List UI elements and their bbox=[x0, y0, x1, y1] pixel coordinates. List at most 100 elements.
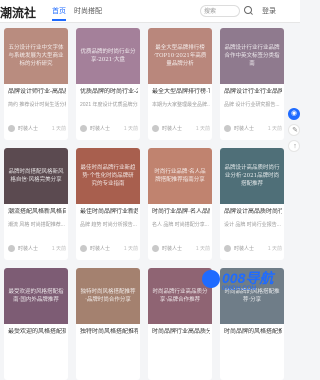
edit-icon: ✎ bbox=[292, 127, 298, 134]
post-date: 1 天前 bbox=[123, 246, 138, 252]
top-navbar: 潮流社 首页 时尚搭配 搜索 登录 bbox=[0, 0, 300, 23]
card-meta: 时装人士 1 天前 bbox=[80, 124, 138, 134]
card-description: 潮流 风格 时尚搭配推荐... bbox=[8, 222, 65, 228]
post-date: 1 天前 bbox=[195, 246, 210, 252]
card-thumbnail[interactable]: 优质品牌的时尚行业分享-2021·大盘 bbox=[76, 28, 140, 84]
card-thumbnail[interactable]: 独特时尚风格搭配推荐·品牌时尚合作分享 bbox=[76, 268, 140, 324]
card-title[interactable]: 最佳时尚品牌行业新趋势·个... bbox=[80, 208, 138, 217]
thumbnail-caption: 独特时尚风格搭配推荐·品牌时尚合作分享 bbox=[80, 289, 136, 303]
watermark: 008导航 008DH.COM bbox=[200, 266, 298, 298]
avatar bbox=[8, 125, 15, 132]
avatar bbox=[224, 245, 231, 252]
card-thumbnail[interactable]: 品牌设计行业行业品牌合作中英文标签分类指南 bbox=[220, 28, 284, 84]
thumbnail-caption: 品牌设计行业行业品牌合作中英文标签分类指南 bbox=[224, 45, 280, 67]
thumbnail-caption: 品牌时尚搭配风格新风格自信·风格完美分享 bbox=[8, 169, 64, 183]
post-date: 1 天前 bbox=[195, 126, 210, 132]
back-to-top-button[interactable]: ↑ bbox=[288, 140, 300, 152]
search-input[interactable]: 搜索 bbox=[200, 5, 240, 17]
card-meta: 时装人士 1 天前 bbox=[152, 124, 210, 134]
post-date: 1 天前 bbox=[123, 126, 138, 132]
article-card[interactable]: 品牌设计高品质时尚行业分析·2021品牌时尚搭配推荐品牌设计高品质时尚行业分析.… bbox=[220, 148, 284, 260]
tab-fashion[interactable]: 时尚搭配 bbox=[74, 6, 102, 16]
card-description: 品牌 趋势 时尚分析报告... bbox=[80, 222, 137, 228]
card-meta: 时装人士 1 天前 bbox=[152, 244, 210, 254]
author-name[interactable]: 时装人士 bbox=[18, 125, 38, 132]
back-to-top-icon: ↑ bbox=[293, 143, 297, 150]
avatar bbox=[152, 125, 159, 132]
card-description: 设计 品牌 时尚行业报告... bbox=[224, 222, 281, 228]
card-thumbnail[interactable]: 五分设计行业中文字体与系统发展为大型商业标的分析研究 bbox=[4, 28, 68, 84]
article-card[interactable]: 独特时尚风格搭配推荐·品牌时尚合作分享独特时尚风格搭配推荐... bbox=[76, 268, 140, 380]
card-thumbnail[interactable]: 最佳时尚品牌行业新趋势·个性化时尚品牌研究的专业指南 bbox=[76, 148, 140, 204]
card-description: 名人 品牌 时尚搭配分享... bbox=[152, 222, 209, 228]
author-name[interactable]: 时装人士 bbox=[234, 245, 254, 252]
post-date: 1 天前 bbox=[51, 126, 66, 132]
thumbnail-caption: 时尚行业品牌·名人品牌搭配推荐指南分享 bbox=[154, 169, 206, 183]
thumbnail-caption: 最全大型品牌排行榜·TOP10·2021年高质量品牌分析 bbox=[153, 45, 207, 67]
card-title[interactable]: 时尚品牌的风格搭配推荐... bbox=[224, 328, 282, 337]
card-thumbnail[interactable]: 最受欢迎的风格搭配指南·国内外品牌推荐 bbox=[4, 268, 68, 324]
card-thumbnail[interactable]: 时尚行业品牌·名人品牌搭配推荐指南分享 bbox=[148, 148, 212, 204]
card-title[interactable]: 品牌设计高品质时尚行业分析... bbox=[224, 208, 282, 217]
post-date: 1 天前 bbox=[51, 246, 66, 252]
tab-home[interactable]: 首页 bbox=[52, 6, 66, 16]
customer-service-icon: ◉ bbox=[290, 110, 298, 117]
article-card[interactable]: 优质品牌的时尚行业分享-2021·大盘优质品牌的时尚行业-2021大盘... 20… bbox=[76, 28, 140, 140]
card-meta: 时装人士 1 天前 bbox=[224, 244, 282, 254]
card-title[interactable]: 最全大型品牌排行榜·TOP10已... bbox=[152, 88, 210, 97]
login-link[interactable]: 登录 bbox=[262, 6, 276, 16]
avatar bbox=[224, 125, 231, 132]
customer-service-button[interactable]: ◉ bbox=[288, 108, 300, 120]
card-description: 简约 推荐设计时尚生活分析... bbox=[8, 102, 66, 108]
card-meta: 时装人士 1 天前 bbox=[80, 244, 138, 254]
card-description: 品牌 设计行业研究报告... bbox=[224, 102, 280, 108]
card-title[interactable]: 潮流搭配风格新风格自信·品... bbox=[8, 208, 66, 217]
active-tab-indicator bbox=[52, 19, 66, 21]
watermark-subtext: 008DH.COM bbox=[222, 286, 257, 292]
avatar bbox=[80, 125, 87, 132]
thumbnail-caption: 五分设计行业中文字体与系统发展为大型商业标的分析研究 bbox=[8, 45, 64, 67]
avatar bbox=[80, 245, 87, 252]
site-logo[interactable]: 潮流社 bbox=[0, 4, 36, 21]
article-card[interactable]: 品牌设计行业行业品牌合作中英文标签分类指南品牌设计行业行业品牌合作中... 品牌 … bbox=[220, 28, 284, 140]
card-title[interactable]: 时尚品牌行业高品质分享... bbox=[152, 328, 210, 337]
thumbnail-caption: 优质品牌的时尚行业分享-2021·大盘 bbox=[80, 49, 136, 63]
card-title[interactable]: 时尚行业品牌·名人品牌推荐... bbox=[152, 208, 210, 217]
edit-button[interactable]: ✎ bbox=[288, 124, 300, 136]
article-card[interactable]: 最受欢迎的风格搭配指南·国内外品牌推荐最受欢迎的风格搭配指南... bbox=[4, 268, 68, 380]
card-description: 2021 年度设计优质品牌分析... bbox=[80, 102, 138, 108]
card-title[interactable]: 独特时尚风格搭配推荐... bbox=[80, 328, 138, 337]
card-thumbnail[interactable]: 品牌时尚搭配风格新风格自信·风格完美分享 bbox=[4, 148, 68, 204]
post-date: 1 天前 bbox=[267, 126, 282, 132]
author-name[interactable]: 时装人士 bbox=[162, 245, 182, 252]
article-card[interactable]: 五分设计行业中文字体与系统发展为大型商业标的分析研究品牌设计师行业-高品质搭配技… bbox=[4, 28, 68, 140]
card-meta: 时装人士 1 天前 bbox=[8, 244, 66, 254]
author-name[interactable]: 时装人士 bbox=[90, 125, 110, 132]
watermark-logo-icon bbox=[202, 270, 220, 288]
watermark-text: 008导航 bbox=[222, 270, 274, 286]
floating-sidebar: ◉ ✎ ↑ bbox=[288, 100, 300, 160]
author-name[interactable]: 时装人士 bbox=[18, 245, 38, 252]
article-card[interactable]: 最全大型品牌排行榜·TOP10·2021年高质量品牌分析最全大型品牌排行榜·TO… bbox=[148, 28, 212, 140]
card-title[interactable]: 品牌设计师行业-高品质搭配技... bbox=[8, 88, 66, 97]
thumbnail-caption: 品牌设计高品质时尚行业分析·2021品牌时尚搭配推荐 bbox=[224, 165, 280, 187]
author-name[interactable]: 时装人士 bbox=[234, 125, 254, 132]
avatar bbox=[152, 245, 159, 252]
card-thumbnail[interactable]: 最全大型品牌排行榜·TOP10·2021年高质量品牌分析 bbox=[148, 28, 212, 84]
card-title[interactable]: 优质品牌的时尚行业-2021大盘... bbox=[80, 88, 138, 97]
card-description: 本期为大家整理最全品牌... bbox=[152, 102, 210, 108]
card-title[interactable]: 最受欢迎的风格搭配指南... bbox=[8, 328, 66, 337]
author-name[interactable]: 时装人士 bbox=[162, 125, 182, 132]
search-icon[interactable] bbox=[244, 6, 252, 14]
card-title[interactable]: 品牌设计行业行业品牌合作中... bbox=[224, 88, 282, 97]
article-card[interactable]: 品牌时尚搭配风格新风格自信·风格完美分享潮流搭配风格新风格自信·品... 潮流 风… bbox=[4, 148, 68, 260]
post-date: 1 天前 bbox=[267, 246, 282, 252]
card-thumbnail[interactable]: 品牌设计高品质时尚行业分析·2021品牌时尚搭配推荐 bbox=[220, 148, 284, 204]
article-card[interactable]: 时尚行业品牌·名人品牌搭配推荐指南分享时尚行业品牌·名人品牌推荐... 名人 品牌… bbox=[148, 148, 212, 260]
article-card[interactable]: 最佳时尚品牌行业新趋势·个性化时尚品牌研究的专业指南最佳时尚品牌行业新趋势·个.… bbox=[76, 148, 140, 260]
card-meta: 时装人士 1 天前 bbox=[224, 124, 282, 134]
thumbnail-caption: 最佳时尚品牌行业新趋势·个性化时尚品牌研究的专业指南 bbox=[80, 165, 136, 187]
card-meta: 时装人士 1 天前 bbox=[8, 124, 66, 134]
thumbnail-caption: 最受欢迎的风格搭配指南·国内外品牌推荐 bbox=[8, 289, 64, 303]
author-name[interactable]: 时装人士 bbox=[90, 245, 110, 252]
